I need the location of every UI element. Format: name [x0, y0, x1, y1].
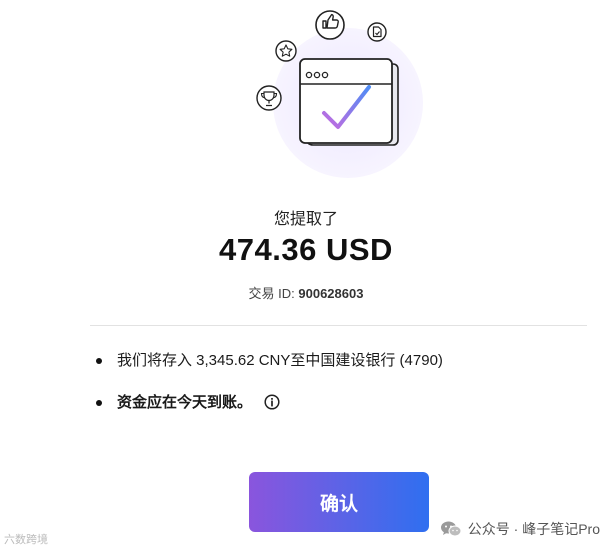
- transaction-id-value: 900628603: [298, 286, 364, 301]
- trophy-icon: [256, 85, 282, 111]
- watermark-right-text: 公众号 · 峰子笔记Pro: [467, 521, 600, 537]
- withdrawal-details-list: 我们将存入 3,345.62 CNY至中国建设银行 (4790) 资金应在今天到…: [95, 348, 443, 416]
- browser-window-icon: [299, 58, 399, 146]
- confirm-button[interactable]: 确认: [249, 472, 429, 532]
- withdrawal-amount: 474.36 USD: [219, 232, 393, 267]
- watermark-left: 六数跨境: [4, 534, 48, 546]
- deposit-info-text: 我们将存入 3,345.62 CNY至中国建设银行 (4790): [117, 352, 443, 369]
- transaction-id-label: 交易 ID:: [248, 286, 295, 301]
- transaction-id-line: 交易 ID: 900628603: [0, 283, 612, 302]
- list-item: 资金应在今天到账。: [95, 390, 443, 416]
- arrival-info-text: 资金应在今天到账。: [117, 394, 253, 411]
- thumbs-up-icon: [315, 10, 345, 40]
- wechat-icon: [440, 521, 462, 537]
- withdrawal-success-page: 您提取了 474.36 USD 交易 ID: 900628603 我们将存入 3…: [0, 0, 612, 552]
- withdrawal-headline: 您提取了: [273, 211, 338, 228]
- section-divider: [90, 325, 587, 326]
- success-illustration: [256, 10, 423, 178]
- info-icon[interactable]: [264, 393, 280, 410]
- document-icon: [367, 22, 387, 42]
- watermark-right: 公众号 · 峰子笔记Pro: [440, 519, 600, 539]
- star-icon: [275, 40, 297, 62]
- list-item: 我们将存入 3,345.62 CNY至中国建设银行 (4790): [95, 348, 443, 374]
